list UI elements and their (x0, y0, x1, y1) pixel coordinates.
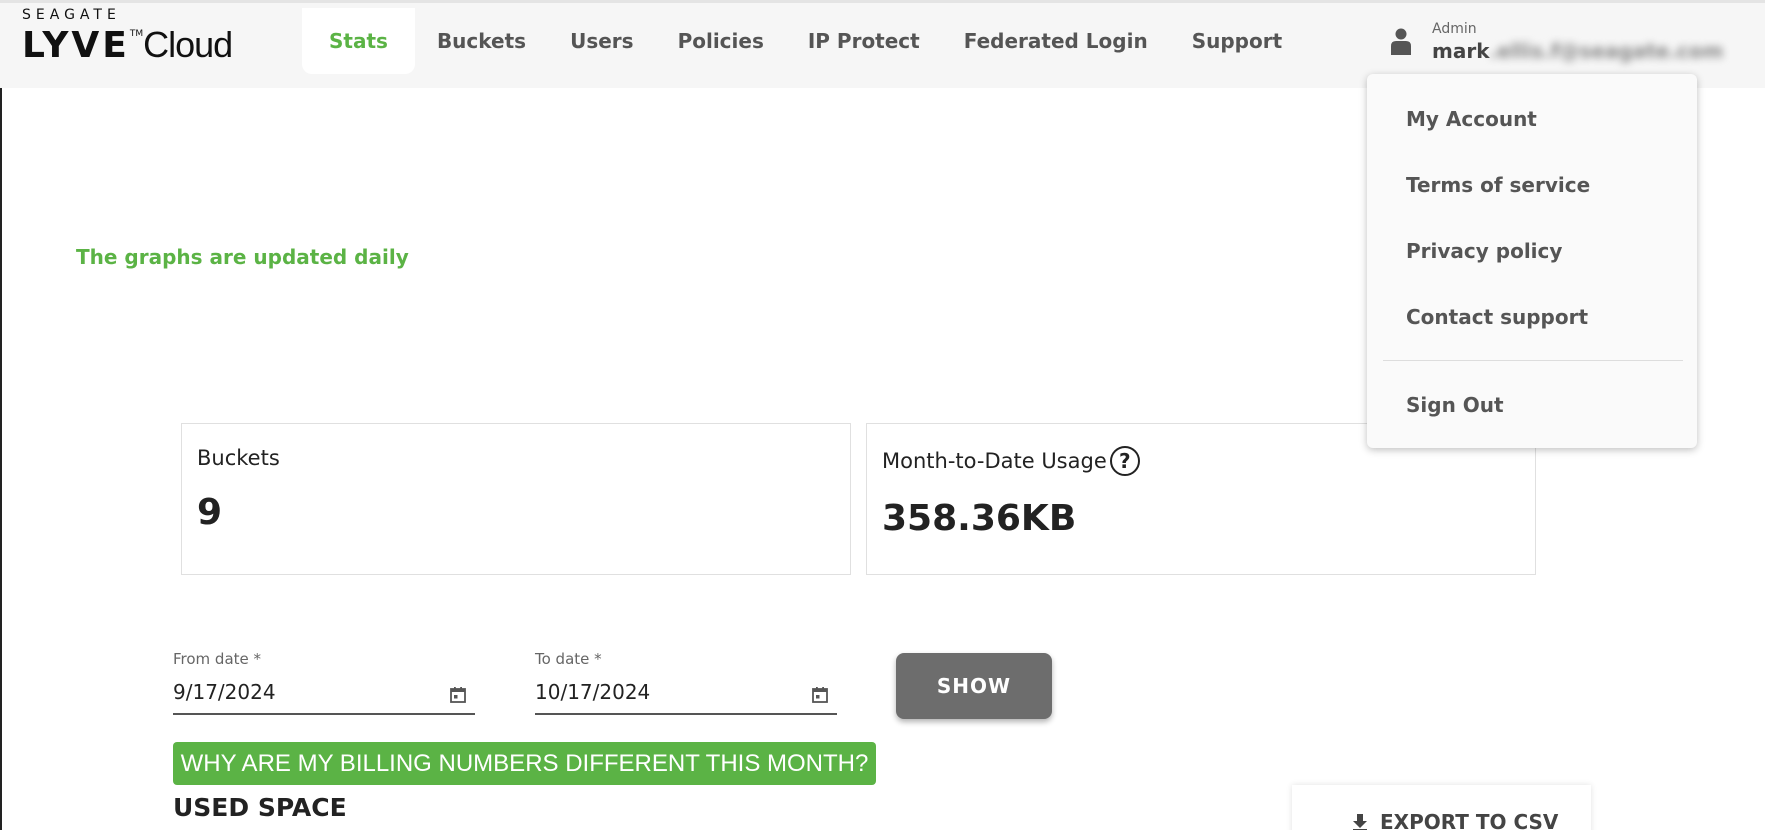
user-name: mark.ellis.f@seagate.com (1432, 39, 1723, 63)
from-date-label: From date * (173, 650, 262, 668)
buckets-card-value: 9 (197, 492, 223, 533)
from-date-field[interactable]: From date * 9/17/2024 (173, 650, 475, 715)
from-date-value[interactable]: 9/17/2024 (173, 680, 276, 704)
to-date-field[interactable]: To date * 10/17/2024 (535, 650, 837, 715)
usage-card-value: 358.36KB (882, 498, 1077, 539)
user-email-blurred: .ellis.f@seagate.com (1489, 39, 1724, 63)
person-icon (1391, 28, 1411, 55)
nav-tab-ip-protect[interactable]: IP Protect (786, 8, 942, 74)
seagate-lyve-cloud-logo[interactable]: SEAGATE LYVETMCloud (22, 7, 233, 64)
graphs-update-notice: The graphs are updated daily (76, 245, 409, 269)
used-space-title: USED SPACE (173, 793, 347, 822)
logo-trademark: TM (129, 29, 144, 39)
main-nav: Stats Buckets Users Policies IP Protect … (302, 8, 1304, 74)
nav-tab-support[interactable]: Support (1170, 8, 1304, 74)
logo-brand-main: LYVETMCloud (22, 24, 233, 66)
calendar-icon[interactable] (811, 686, 829, 704)
logo-brand-top: SEAGATE (22, 7, 121, 23)
to-date-label: To date * (535, 650, 602, 668)
download-icon (1353, 814, 1367, 830)
menu-item-privacy-policy[interactable]: Privacy policy (1406, 239, 1562, 263)
export-panel: EXPORT TO CSV (1292, 785, 1591, 830)
export-csv-button[interactable]: EXPORT TO CSV (1350, 810, 1558, 830)
nav-tab-stats[interactable]: Stats (302, 8, 415, 74)
usage-card-title: Month-to-Date Usage (882, 449, 1107, 473)
buckets-stat-card: Buckets 9 (181, 423, 851, 575)
nav-tab-federated-login[interactable]: Federated Login (942, 8, 1170, 74)
show-button[interactable]: SHOW (896, 653, 1052, 719)
menu-item-contact-support[interactable]: Contact support (1406, 305, 1588, 329)
user-role: Admin (1432, 21, 1477, 37)
calendar-icon[interactable] (449, 686, 467, 704)
user-name-visible: mark (1432, 39, 1490, 63)
export-csv-label: EXPORT TO CSV (1380, 810, 1559, 830)
menu-item-my-account[interactable]: My Account (1406, 107, 1537, 131)
menu-item-sign-out[interactable]: Sign Out (1406, 393, 1504, 417)
billing-explanation-button[interactable]: WHY ARE MY BILLING NUMBERS DIFFERENT THI… (173, 742, 876, 785)
logo-lyve-text: LYVE (22, 25, 130, 66)
menu-divider (1383, 360, 1683, 361)
logo-cloud-text: Cloud (143, 24, 233, 65)
nav-tab-users[interactable]: Users (548, 8, 655, 74)
help-icon[interactable]: ? (1109, 446, 1140, 476)
usage-card-header: Month-to-Date Usage ? (882, 446, 1140, 476)
nav-tab-buckets[interactable]: Buckets (415, 8, 548, 74)
window-edge (0, 0, 2, 830)
buckets-card-title: Buckets (197, 446, 280, 470)
menu-item-terms-of-service[interactable]: Terms of service (1406, 173, 1590, 197)
to-date-value[interactable]: 10/17/2024 (535, 680, 650, 704)
nav-tab-policies[interactable]: Policies (656, 8, 786, 74)
user-dropdown-menu: My Account Terms of service Privacy poli… (1367, 74, 1697, 448)
